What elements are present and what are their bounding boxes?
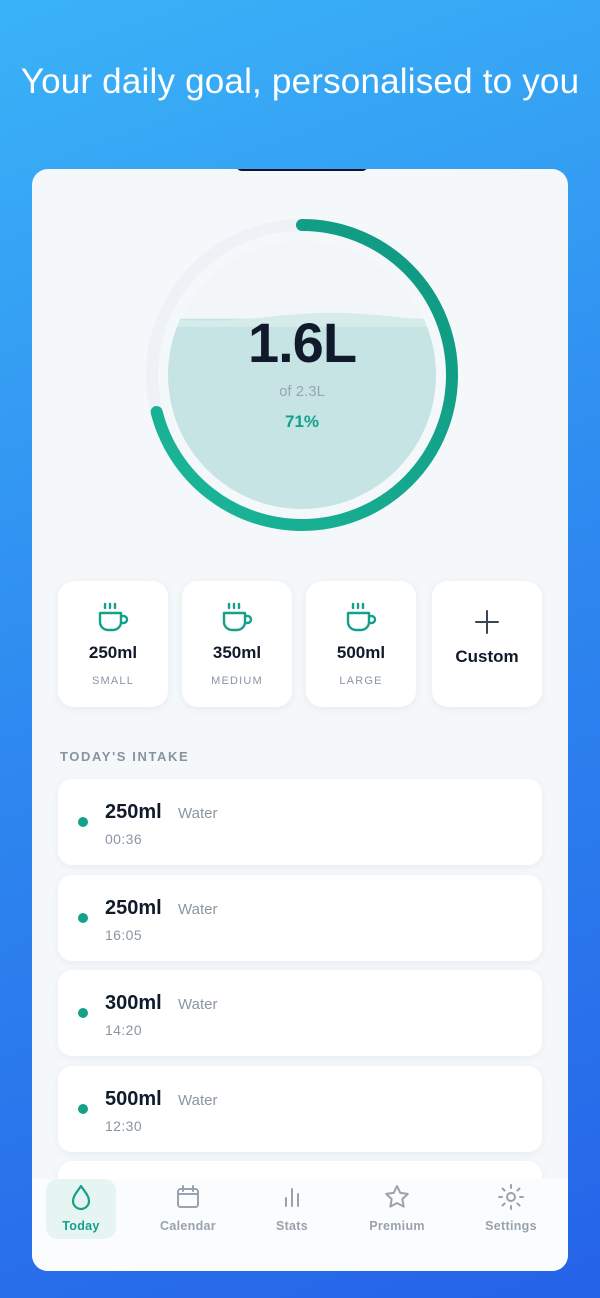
intake-entry[interactable]: 250ml Water 16:05: [58, 875, 542, 961]
entry-dot: [78, 817, 88, 827]
water-drop-icon: [69, 1183, 93, 1211]
quick-add-volume: 250ml: [88, 643, 138, 662]
star-icon: [383, 1183, 411, 1211]
quick-add-volume: 500ml: [336, 643, 386, 662]
entry-time: 14:20: [105, 1022, 143, 1038]
calendar-icon: [175, 1183, 201, 1211]
entry-kind: Water: [178, 996, 218, 1013]
quick-add-size: SMALL: [91, 675, 135, 687]
entry-dot: [78, 913, 88, 923]
quick-add-size: MEDIUM: [211, 675, 263, 687]
tab-calendar[interactable]: Calendar: [150, 1179, 226, 1239]
tab-label: Calendar: [160, 1219, 216, 1233]
intake-entry[interactable]: 250ml Water 00:36: [58, 779, 542, 865]
quick-add-250ml[interactable]: 250ml SMALL: [58, 581, 168, 707]
marketing-headline: Your daily goal, personalised to you: [20, 62, 580, 101]
plus-icon: [474, 605, 500, 639]
app-screen: 1.6L of 2.3L 71% 250ml SMALL 350ml MEDIU…: [32, 169, 568, 1271]
daily-goal: of 2.3L: [279, 383, 325, 400]
entry-kind: Water: [178, 805, 218, 822]
entry-volume: 250ml: [105, 801, 162, 823]
cup-icon: [220, 601, 254, 635]
cup-icon: [344, 601, 378, 635]
progress-ring: 1.6L of 2.3L 71%: [144, 217, 460, 533]
gear-icon: [497, 1183, 525, 1211]
bar-chart-icon: [280, 1183, 304, 1211]
entry-time: 00:36: [105, 831, 143, 847]
quick-add-volume: Custom: [455, 647, 519, 666]
progress-readout: 1.6L of 2.3L 71%: [144, 217, 460, 533]
quick-add-350ml[interactable]: 350ml MEDIUM: [182, 581, 292, 707]
tab-stats[interactable]: Stats: [264, 1179, 320, 1239]
current-amount: 1.6L: [247, 311, 357, 374]
entry-dot: [78, 1104, 88, 1114]
tab-premium[interactable]: Premium: [362, 1179, 432, 1239]
quick-add-custom[interactable]: Custom: [432, 581, 542, 707]
quick-add-size: LARGE: [339, 675, 383, 687]
quick-add-tiles: 250ml SMALL 350ml MEDIUM 500ml LARGE Cus…: [58, 581, 542, 707]
tab-today[interactable]: Today: [46, 1179, 116, 1239]
intake-section-title: TODAY'S INTAKE: [60, 749, 190, 764]
bottom-tab-bar: Today Calendar Stats Premium Settings: [32, 1179, 568, 1271]
progress-percent: 71%: [284, 412, 320, 431]
entry-volume: 300ml: [105, 992, 162, 1014]
tab-label: Stats: [275, 1219, 309, 1233]
tab-label: Today: [62, 1219, 100, 1233]
entry-kind: Water: [178, 1092, 218, 1109]
quick-add-500ml[interactable]: 500ml LARGE: [306, 581, 416, 707]
intake-entry[interactable]: 300ml Water 14:20: [58, 970, 542, 1056]
intake-entry[interactable]: 500ml Water 12:30: [58, 1066, 542, 1152]
tab-settings[interactable]: Settings: [474, 1179, 548, 1239]
device-notch: [236, 169, 368, 171]
quick-add-volume: 350ml: [212, 643, 262, 662]
entry-time: 16:05: [105, 927, 143, 943]
entry-volume: 250ml: [105, 897, 162, 919]
tab-label: Premium: [369, 1219, 425, 1233]
entry-volume: 500ml: [105, 1088, 162, 1110]
tab-label: Settings: [485, 1219, 537, 1233]
entry-dot: [78, 1008, 88, 1018]
entry-kind: Water: [178, 901, 218, 918]
entry-time: 12:30: [105, 1118, 143, 1134]
cup-icon: [96, 601, 130, 635]
